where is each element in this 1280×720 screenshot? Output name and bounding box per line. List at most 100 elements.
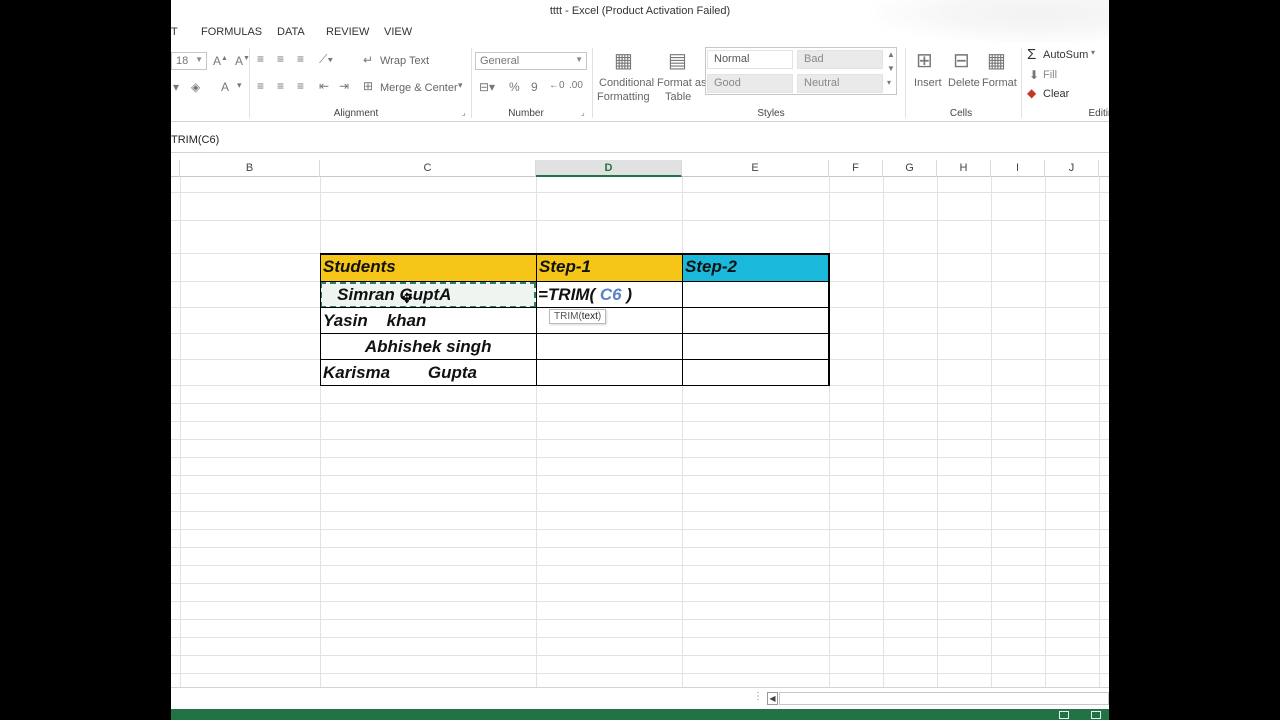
- student-name-cell[interactable]: Simran GuptA: [323, 282, 535, 308]
- column-header-e[interactable]: E: [682, 160, 829, 177]
- scroll-left-icon[interactable]: ◀: [767, 692, 778, 705]
- comma-style-icon[interactable]: 9: [531, 80, 538, 94]
- dialog-launcher-icon[interactable]: ⌟: [581, 108, 585, 117]
- accounting-format-icon[interactable]: ⊟▾: [479, 80, 495, 94]
- font-color-icon[interactable]: A: [221, 80, 229, 94]
- header-step-1[interactable]: Step-1: [536, 254, 682, 281]
- horizontal-scrollbar[interactable]: ⋮ ◀: [171, 687, 1109, 709]
- increase-indent-icon[interactable]: ⇥: [339, 79, 349, 93]
- student-name-cell[interactable]: Yasin khan: [323, 308, 535, 334]
- increase-font-icon[interactable]: A▲: [213, 54, 228, 68]
- column-header-g[interactable]: G: [883, 160, 937, 177]
- fill-button[interactable]: Fill: [1043, 69, 1057, 81]
- table-border: [320, 253, 321, 386]
- clear-button[interactable]: Clear: [1043, 88, 1069, 100]
- style-good[interactable]: Good: [707, 74, 793, 93]
- merge-center-button[interactable]: Merge & Center: [380, 82, 458, 94]
- tab-formulas[interactable]: FORMULAS: [201, 26, 262, 38]
- table-border: [828, 253, 830, 386]
- dialog-launcher-icon[interactable]: ⌟: [462, 108, 466, 117]
- student-name-cell[interactable]: Abhishek singh: [323, 334, 535, 360]
- insert-cells-icon: ⊞: [916, 50, 933, 72]
- column-header-i[interactable]: I: [991, 160, 1045, 177]
- alignment-group-label: Alignment: [333, 108, 379, 119]
- column-header-c[interactable]: C: [320, 160, 536, 177]
- style-neutral[interactable]: Neutral: [797, 74, 883, 93]
- align-center-icon[interactable]: ≡: [277, 79, 284, 93]
- conditional-formatting-label-2[interactable]: Formatting: [597, 91, 650, 103]
- tab-data[interactable]: DATA: [277, 26, 305, 38]
- column-header-f[interactable]: F: [829, 160, 883, 177]
- table-border: [320, 359, 830, 360]
- column-header-h[interactable]: H: [937, 160, 991, 177]
- gridline: [171, 673, 1109, 674]
- orientation-icon[interactable]: ⟋▾: [319, 52, 333, 67]
- autosum-dropdown-icon[interactable]: ▾: [1091, 48, 1095, 57]
- gridline: [171, 637, 1109, 638]
- insert-button[interactable]: Insert: [914, 77, 942, 89]
- table-border: [320, 333, 830, 334]
- formula-text[interactable]: TRIM(C6): [171, 134, 219, 146]
- normal-view-icon[interactable]: [1059, 711, 1069, 719]
- function-argument-tooltip[interactable]: TRIM(text): [549, 309, 607, 324]
- gridline: [171, 475, 1109, 476]
- tab-review[interactable]: REVIEW: [326, 26, 369, 38]
- gallery-more-icon[interactable]: ▾: [887, 78, 891, 87]
- gallery-down-icon[interactable]: ▼: [887, 64, 895, 73]
- number-format-dropdown[interactable]: General ▼: [475, 52, 587, 70]
- column-header-b[interactable]: B: [180, 160, 320, 177]
- font-size-dropdown[interactable]: 18 ▼: [171, 52, 207, 70]
- wrap-text-button[interactable]: Wrap Text: [380, 55, 429, 67]
- decrease-indent-icon[interactable]: ⇤: [319, 79, 329, 93]
- formula-cell-reference: C6: [595, 285, 622, 304]
- align-right-icon[interactable]: ≡: [297, 79, 304, 93]
- split-handle-icon[interactable]: ⋮: [753, 691, 763, 702]
- formula-bar[interactable]: TRIM(C6): [171, 129, 1109, 153]
- scroll-track[interactable]: [779, 692, 1109, 705]
- format-as-table-label-1[interactable]: Format as: [657, 77, 707, 89]
- fill-color-icon[interactable]: ◈: [191, 80, 200, 94]
- tab-insert-partial[interactable]: T: [171, 26, 178, 38]
- tooltip-argument[interactable]: text: [582, 311, 598, 322]
- autosum-button[interactable]: AutoSum: [1043, 49, 1088, 61]
- column-header-d[interactable]: D: [536, 160, 682, 177]
- editing-cell-d6[interactable]: =TRIM( C6 ): [538, 282, 680, 308]
- delete-button[interactable]: Delete: [948, 77, 980, 89]
- title-bar: tttt - Excel (Product Activation Failed): [171, 0, 1109, 44]
- align-middle-icon[interactable]: ≡: [277, 52, 284, 66]
- style-bad[interactable]: Bad: [797, 50, 883, 69]
- gridline: [171, 457, 1109, 458]
- tab-view[interactable]: VIEW: [384, 26, 412, 38]
- align-top-icon[interactable]: ≡: [257, 52, 264, 66]
- column-headers: B C D E F G H I J: [171, 160, 1109, 177]
- border-arrow-icon[interactable]: ▾: [173, 80, 179, 94]
- merge-dropdown-icon[interactable]: ▾: [458, 80, 463, 91]
- table-border: [536, 253, 537, 386]
- column-header-partial[interactable]: [171, 160, 180, 177]
- header-step-2[interactable]: Step-2: [682, 254, 829, 281]
- header-students[interactable]: Students: [320, 254, 536, 281]
- column-header-j[interactable]: J: [1045, 160, 1099, 177]
- gallery-up-icon[interactable]: ▲: [887, 50, 895, 59]
- font-color-dropdown-icon[interactable]: ▾: [237, 80, 242, 91]
- gridline: [171, 529, 1109, 530]
- align-bottom-icon[interactable]: ≡: [297, 52, 304, 66]
- formula-suffix: ): [621, 285, 632, 304]
- format-button[interactable]: Format: [982, 77, 1017, 89]
- align-left-icon[interactable]: ≡: [257, 79, 264, 93]
- page-layout-view-icon[interactable]: [1091, 711, 1101, 719]
- cursor-crosshair-icon: ✥: [401, 290, 413, 306]
- decrease-font-icon[interactable]: A▼: [235, 54, 250, 68]
- format-as-table-label-2[interactable]: Table: [665, 91, 691, 103]
- increase-decimal-icon[interactable]: ←0: [549, 80, 565, 91]
- percent-style-icon[interactable]: %: [509, 80, 520, 94]
- decrease-decimal-icon[interactable]: .00: [569, 80, 583, 91]
- gridline: [171, 547, 1109, 548]
- style-normal[interactable]: Normal: [707, 50, 793, 69]
- format-as-table-icon: ▤: [668, 50, 687, 72]
- table-border: [320, 253, 830, 255]
- student-name-cell[interactable]: Karisma Gupta: [323, 360, 535, 386]
- number-group-label: Number: [508, 108, 544, 119]
- conditional-formatting-label-1[interactable]: Conditional: [599, 77, 654, 89]
- table-border: [320, 281, 830, 282]
